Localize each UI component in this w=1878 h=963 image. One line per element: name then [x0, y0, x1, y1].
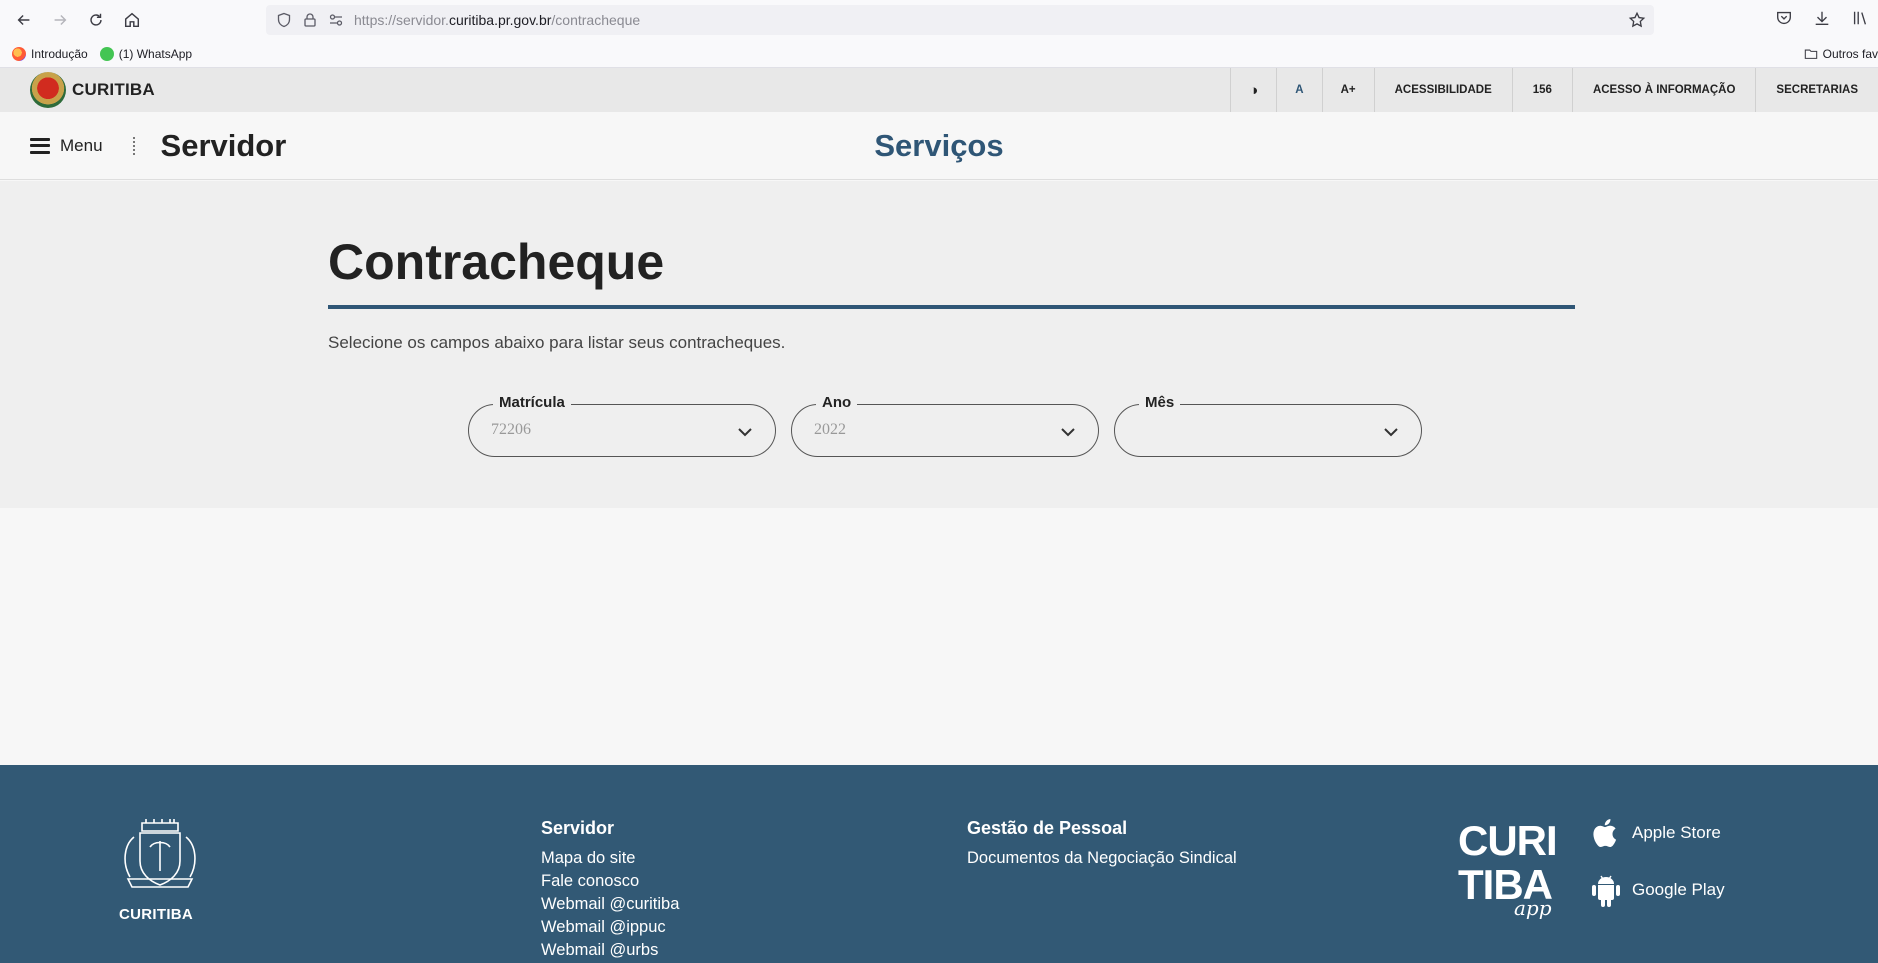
menu-label: Menu: [60, 135, 103, 155]
svg-text:CURI: CURI: [1458, 817, 1557, 864]
footer-link-webmail-curitiba[interactable]: Webmail @curitiba: [541, 893, 679, 916]
mes-label: Mês: [1139, 394, 1181, 411]
back-arrow-icon[interactable]: [10, 6, 38, 34]
coat-of-arms-icon[interactable]: [114, 817, 206, 899]
main-content: Contracheque Selecione os campos abaixo …: [0, 181, 1878, 508]
bookmarks-bar: Introdução (1) WhatsApp Outros fav: [0, 40, 1878, 68]
phone-156-link[interactable]: 156: [1511, 68, 1572, 112]
curitiba-app-logo[interactable]: CURI TIBA app: [1458, 817, 1568, 921]
page-title: Contracheque: [328, 234, 665, 290]
title-underline: [328, 305, 1575, 309]
mes-select[interactable]: Mês: [1114, 394, 1422, 457]
site-title[interactable]: Servidor: [161, 128, 287, 164]
apple-icon: [1593, 819, 1617, 848]
url-prefix: https://servidor.: [354, 12, 449, 28]
curitiba-logo[interactable]: CURITIBA: [30, 72, 155, 108]
pocket-icon[interactable]: [1774, 8, 1794, 28]
acesso-informacao-link[interactable]: ACESSO À INFORMAÇÃO: [1571, 68, 1755, 112]
header-divider: [132, 136, 135, 155]
footer-column-title: Servidor: [541, 818, 615, 838]
ano-select[interactable]: Ano 2022: [791, 394, 1099, 457]
hamburger-icon: [30, 137, 50, 154]
url-text[interactable]: https://servidor.curitiba.pr.gov.br/cont…: [354, 12, 640, 28]
footer-link-fale-conosco[interactable]: Fale conosco: [541, 870, 679, 893]
lock-icon[interactable]: [302, 12, 318, 28]
bookmark-introducao[interactable]: Introdução: [12, 46, 88, 61]
matricula-label: Matrícula: [493, 394, 571, 411]
contrast-toggle-icon[interactable]: ◑: [1230, 68, 1276, 112]
footer-link-mapa[interactable]: Mapa do site: [541, 847, 679, 870]
coat-of-arms-icon: [30, 72, 66, 108]
reload-icon[interactable]: [82, 6, 110, 34]
matricula-value: 72206: [491, 421, 531, 438]
home-icon[interactable]: [118, 6, 146, 34]
ano-value: 2022: [814, 421, 846, 438]
whatsapp-icon: [99, 46, 114, 61]
footer-gestao-column: Gestão de Pessoal Documentos da Negociaç…: [967, 818, 1237, 870]
gov-bar: CURITIBA ◑ A A+ ACESSIBILIDADE 156 ACESS…: [0, 68, 1878, 112]
other-bookmarks[interactable]: Outros fav: [1804, 47, 1878, 61]
site-header: Menu Servidor Serviços: [0, 112, 1878, 180]
filter-selects: Matrícula 72206 Ano 2022 Mês: [468, 394, 1422, 457]
footer-link-negociacao-sindical[interactable]: Documentos da Negociação Sindical: [967, 847, 1237, 870]
apple-store-link[interactable]: Apple Store: [1590, 816, 1721, 850]
footer-link-webmail-ippuc[interactable]: Webmail @ippuc: [541, 916, 679, 939]
apple-store-label: Apple Store: [1632, 823, 1721, 842]
secretarias-link[interactable]: SECRETARIAS: [1755, 68, 1878, 112]
google-play-link[interactable]: Google Play: [1590, 873, 1725, 907]
servicos-link[interactable]: Serviços: [874, 128, 1003, 163]
bookmark-whatsapp[interactable]: (1) WhatsApp: [99, 46, 193, 61]
download-icon[interactable]: [1812, 8, 1832, 28]
footer-link-webmail-urbs[interactable]: Webmail @urbs: [541, 939, 679, 962]
acessibilidade-link[interactable]: ACESSIBILIDADE: [1373, 68, 1512, 112]
bookmark-label: Introdução: [31, 46, 88, 61]
browser-tools: [1774, 8, 1878, 28]
menu-button[interactable]: Menu: [30, 136, 103, 156]
footer-logo-text: CURITIBA: [119, 906, 194, 923]
library-icon[interactable]: [1850, 8, 1870, 28]
footer-servidor-column: Servidor Mapa do site Fale conosco Webma…: [541, 818, 679, 962]
chevron-down-icon: [735, 422, 755, 442]
url-path: /contracheque: [551, 12, 641, 28]
footer-column-title: Gestão de Pessoal: [967, 818, 1128, 838]
firefox-icon: [12, 46, 26, 61]
chevron-down-icon: [1381, 422, 1401, 442]
bookmark-star-icon[interactable]: [1628, 11, 1646, 34]
permissions-icon[interactable]: [328, 12, 344, 28]
logo-text: CURITIBA: [72, 80, 155, 99]
font-normal-button[interactable]: A: [1276, 68, 1321, 112]
android-icon: [1592, 875, 1620, 907]
forward-arrow-icon[interactable]: [46, 6, 74, 34]
matricula-select[interactable]: Matrícula 72206: [468, 394, 776, 457]
footer: CURITIBA Servidor Mapa do site Fale cono…: [0, 765, 1878, 963]
instructions-text: Selecione os campos abaixo para listar s…: [328, 333, 786, 352]
bookmark-label: (1) WhatsApp: [118, 46, 193, 61]
url-domain: curitiba.pr.gov.br: [448, 12, 552, 28]
ano-label: Ano: [816, 394, 858, 411]
address-bar[interactable]: https://servidor.curitiba.pr.gov.br/cont…: [266, 5, 1654, 35]
gov-menu: ◑ A A+ ACESSIBILIDADE 156 ACESSO À INFOR…: [1230, 68, 1878, 112]
font-increase-button[interactable]: A+: [1321, 68, 1374, 112]
svg-text:app: app: [1514, 896, 1552, 920]
browser-toolbar: https://servidor.curitiba.pr.gov.br/cont…: [0, 0, 1878, 40]
chevron-down-icon: [1058, 422, 1078, 442]
browser-nav: [10, 6, 146, 34]
google-play-label: Google Play: [1632, 880, 1725, 899]
folder-icon: [1804, 49, 1817, 59]
other-bookmarks-label: Outros fav: [1822, 46, 1878, 61]
shield-icon[interactable]: [276, 12, 292, 28]
